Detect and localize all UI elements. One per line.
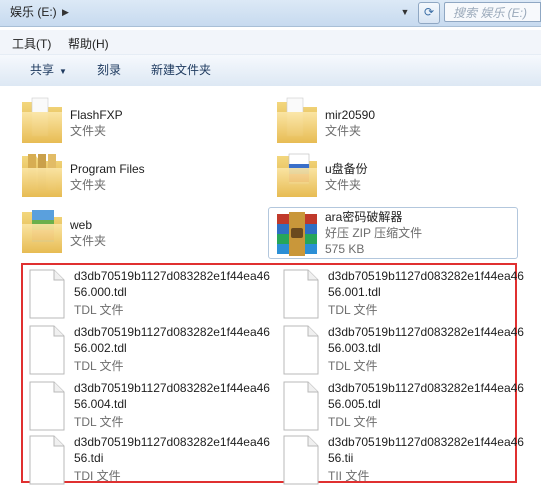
folder-name: FlashFXP	[70, 108, 123, 122]
file-type: TDL 文件	[74, 303, 124, 317]
file-item[interactable]: d3db70519b1127d083282e1f44ea46 56.001.td…	[276, 268, 524, 322]
file-type: TDL 文件	[74, 359, 124, 373]
folder-type: 文件夹	[325, 178, 362, 192]
folder-name: u盘备份	[325, 162, 368, 176]
folder-type: 文件夹	[325, 124, 362, 138]
file-type: TDL 文件	[328, 359, 378, 373]
address-bar: 娱乐 (E:) ▶ ▼ ⟳ 搜索 娱乐 (E:)	[0, 0, 541, 27]
file-type: TDL 文件	[328, 303, 378, 317]
file-name-line1: d3db70519b1127d083282e1f44ea46	[74, 435, 270, 449]
archive-size: 575 KB	[325, 242, 365, 256]
history-dropdown-icon[interactable]: ▼	[398, 5, 412, 19]
file-item[interactable]: d3db70519b1127d083282e1f44ea46 56.000.td…	[22, 268, 270, 322]
blank-file-icon	[29, 269, 65, 319]
blank-file-icon	[29, 381, 65, 431]
file-type: TII 文件	[328, 469, 370, 483]
file-item[interactable]: d3db70519b1127d083282e1f44ea46 56.003.td…	[276, 324, 524, 378]
blank-file-icon	[283, 435, 319, 485]
file-name-line1: d3db70519b1127d083282e1f44ea46	[328, 325, 524, 339]
archive-name: ara密码破解器	[325, 210, 403, 224]
menu-help[interactable]: 帮助(H)	[68, 35, 109, 52]
file-type: TDL 文件	[74, 415, 124, 429]
folder-icon	[22, 154, 62, 197]
blank-file-icon	[283, 269, 319, 319]
command-bar: 共享 ▼ 刻录 新建文件夹	[0, 54, 541, 87]
folder-item-flashfxp[interactable]: FlashFXP 文件夹	[18, 96, 218, 150]
zip-archive-icon	[277, 212, 317, 256]
file-name-line1: d3db70519b1127d083282e1f44ea46	[328, 435, 524, 449]
file-name-line2: 56.tdi	[74, 451, 104, 465]
breadcrumb[interactable]: 娱乐 (E:)	[0, 3, 57, 21]
blank-file-icon	[283, 381, 319, 431]
file-name-line1: d3db70519b1127d083282e1f44ea46	[328, 269, 524, 283]
folder-item-usb-backup[interactable]: u盘备份 文件夹	[273, 150, 473, 204]
folder-type: 文件夹	[70, 234, 107, 248]
folder-icon	[277, 97, 317, 143]
blank-file-icon	[29, 435, 65, 485]
folder-item-program-files[interactable]: Program Files 文件夹	[18, 150, 218, 204]
burn-button[interactable]: 刻录	[97, 61, 121, 78]
file-name-line1: d3db70519b1127d083282e1f44ea46	[74, 381, 270, 395]
folder-icon	[277, 153, 317, 197]
folder-icon	[22, 97, 62, 143]
file-name-line1: d3db70519b1127d083282e1f44ea46	[74, 269, 270, 283]
file-item[interactable]: d3db70519b1127d083282e1f44ea46 56.tii TI…	[276, 434, 524, 488]
file-name-line2: 56.tii	[328, 451, 354, 465]
folder-name: web	[70, 218, 93, 232]
file-name-line1: d3db70519b1127d083282e1f44ea46	[328, 381, 524, 395]
file-name-line2: 56.002.tdl	[74, 341, 127, 355]
blank-file-icon	[283, 325, 319, 375]
file-name-line2: 56.001.tdl	[328, 285, 381, 299]
search-input[interactable]: 搜索 娱乐 (E:)	[444, 2, 541, 22]
breadcrumb-chevron-icon[interactable]: ▶	[62, 3, 69, 21]
menu-tools[interactable]: 工具(T)	[12, 35, 51, 52]
folder-icon	[22, 210, 62, 253]
menu-bar: 工具(T) 帮助(H)	[0, 30, 541, 54]
refresh-icon[interactable]: ⟳	[418, 2, 440, 24]
folder-item-mir20590[interactable]: mir20590 文件夹	[273, 96, 473, 150]
file-name-line1: d3db70519b1127d083282e1f44ea46	[74, 325, 270, 339]
folder-name: mir20590	[325, 108, 376, 122]
folder-type: 文件夹	[70, 124, 107, 138]
archive-type: 好压 ZIP 压缩文件	[325, 226, 423, 240]
share-label: 共享	[30, 63, 55, 77]
chevron-down-icon: ▼	[59, 67, 67, 76]
folder-item-web[interactable]: web 文件夹	[18, 206, 218, 260]
file-name-line2: 56.000.tdl	[74, 285, 127, 299]
file-name-line2: 56.004.tdl	[74, 397, 127, 411]
file-name-line2: 56.003.tdl	[328, 341, 381, 355]
folder-type: 文件夹	[70, 178, 107, 192]
folder-name: Program Files	[70, 162, 145, 176]
new-folder-button[interactable]: 新建文件夹	[151, 61, 211, 78]
file-item[interactable]: d3db70519b1127d083282e1f44ea46 56.tdi TD…	[22, 434, 270, 488]
blank-file-icon	[29, 325, 65, 375]
file-item[interactable]: d3db70519b1127d083282e1f44ea46 56.002.td…	[22, 324, 270, 378]
file-item[interactable]: d3db70519b1127d083282e1f44ea46 56.004.td…	[22, 380, 270, 434]
file-name-line2: 56.005.tdl	[328, 397, 381, 411]
file-type: TDI 文件	[74, 469, 121, 483]
archive-item-ara[interactable]: ara密码破解器 好压 ZIP 压缩文件 575 KB	[273, 208, 513, 262]
file-type: TDL 文件	[328, 415, 378, 429]
share-button[interactable]: 共享 ▼	[30, 61, 67, 78]
file-item[interactable]: d3db70519b1127d083282e1f44ea46 56.005.td…	[276, 380, 524, 434]
